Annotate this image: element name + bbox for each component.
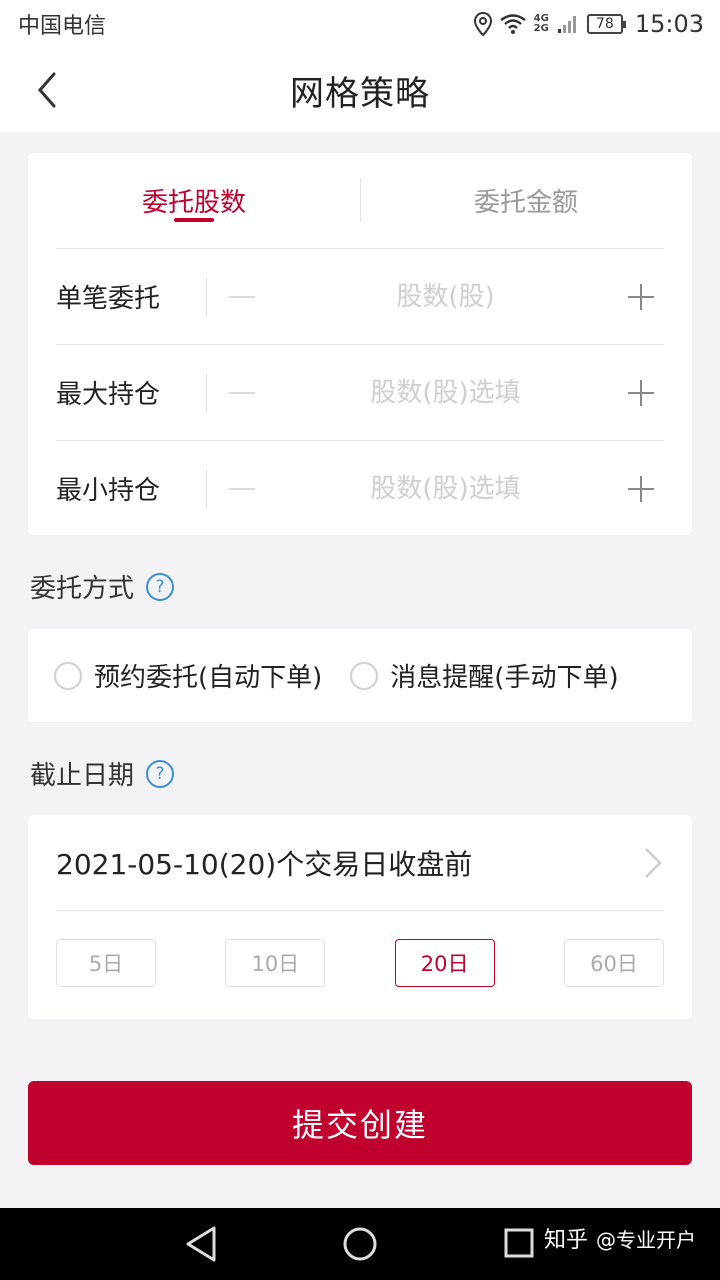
row-single-order: 单笔委托 xyxy=(56,248,664,344)
nav-bar: 网格策略 xyxy=(0,48,720,132)
plus-icon[interactable] xyxy=(614,277,664,317)
row-label: 单笔委托 xyxy=(56,284,161,314)
chip-60-days[interactable]: 60日 xyxy=(563,939,664,987)
row-min-position: 最小持仓 xyxy=(56,440,664,536)
help-icon[interactable]: ? xyxy=(146,572,175,601)
network-type: 4G 2G xyxy=(533,13,549,34)
radio-circle-icon xyxy=(54,661,82,690)
radio-circle-icon xyxy=(350,661,379,690)
chip-20-days[interactable]: 20日 xyxy=(394,939,495,987)
plus-icon[interactable] xyxy=(614,373,664,413)
method-card: 预约委托(自动下单) 消息提醒(手动下单) xyxy=(28,629,692,722)
submit-create-button[interactable]: 提交创建 xyxy=(28,1081,692,1165)
row-label: 最大持仓 xyxy=(56,380,161,410)
tab-underline xyxy=(174,218,214,222)
deadline-selector[interactable]: 2021-05-10(20)个交易日收盘前 xyxy=(56,815,664,911)
deadline-chips: 5日 10日 20日 60日 xyxy=(56,939,664,987)
minus-icon[interactable] xyxy=(207,373,277,413)
deadline-value: 2021-05-10(20)个交易日收盘前 xyxy=(56,847,473,881)
entrust-card: 委托股数 委托金额 单笔委托 最大持仓 最小持仓 xyxy=(28,153,692,535)
system-back-icon[interactable] xyxy=(184,1224,218,1264)
method-section-title: 委托方式 ? xyxy=(30,568,175,605)
chip-10-days[interactable]: 10日 xyxy=(225,939,326,987)
radio-message-reminder[interactable]: 消息提醒(手动下单) xyxy=(350,657,619,694)
minus-icon[interactable] xyxy=(207,277,277,317)
tab-entrust-amount[interactable]: 委托金额 xyxy=(360,153,692,248)
system-home-icon[interactable] xyxy=(342,1224,378,1264)
plus-icon[interactable] xyxy=(614,469,664,509)
back-icon[interactable] xyxy=(30,68,70,112)
help-icon[interactable]: ? xyxy=(146,759,175,788)
status-bar: 中国电信 4G 2G 78 15:03 xyxy=(0,0,720,48)
carrier-name: 中国电信 xyxy=(18,14,107,39)
system-recent-icon[interactable] xyxy=(504,1228,534,1258)
min-position-input[interactable] xyxy=(277,473,614,504)
deadline-card: 2021-05-10(20)个交易日收盘前 5日 10日 20日 60日 xyxy=(28,815,692,1019)
chip-5-days[interactable]: 5日 xyxy=(56,939,156,987)
radio-auto-order[interactable]: 预约委托(自动下单) xyxy=(54,657,322,694)
deadline-section-title: 截止日期 ? xyxy=(30,755,175,792)
entrust-tabs: 委托股数 委托金额 xyxy=(28,153,692,248)
minus-icon[interactable] xyxy=(207,469,277,509)
location-icon xyxy=(473,12,492,36)
clock: 15:03 xyxy=(634,10,704,38)
signal-icon xyxy=(557,16,576,33)
watermark-author: @专业开户 xyxy=(596,1228,697,1252)
tab-entrust-shares[interactable]: 委托股数 xyxy=(28,153,360,248)
page-title: 网格策略 xyxy=(290,73,430,114)
chevron-right-icon xyxy=(645,847,662,878)
row-label: 最小持仓 xyxy=(56,476,161,506)
battery-icon: 78 xyxy=(586,14,626,34)
watermark: 知乎 @专业开户 xyxy=(544,1222,696,1254)
watermark-brand: 知乎 xyxy=(544,1228,589,1253)
single-order-input[interactable] xyxy=(277,281,614,312)
status-icons: 4G 2G 78 15:03 xyxy=(473,10,704,38)
wifi-icon xyxy=(499,14,526,34)
row-max-position: 最大持仓 xyxy=(56,344,664,440)
max-position-input[interactable] xyxy=(277,377,614,408)
